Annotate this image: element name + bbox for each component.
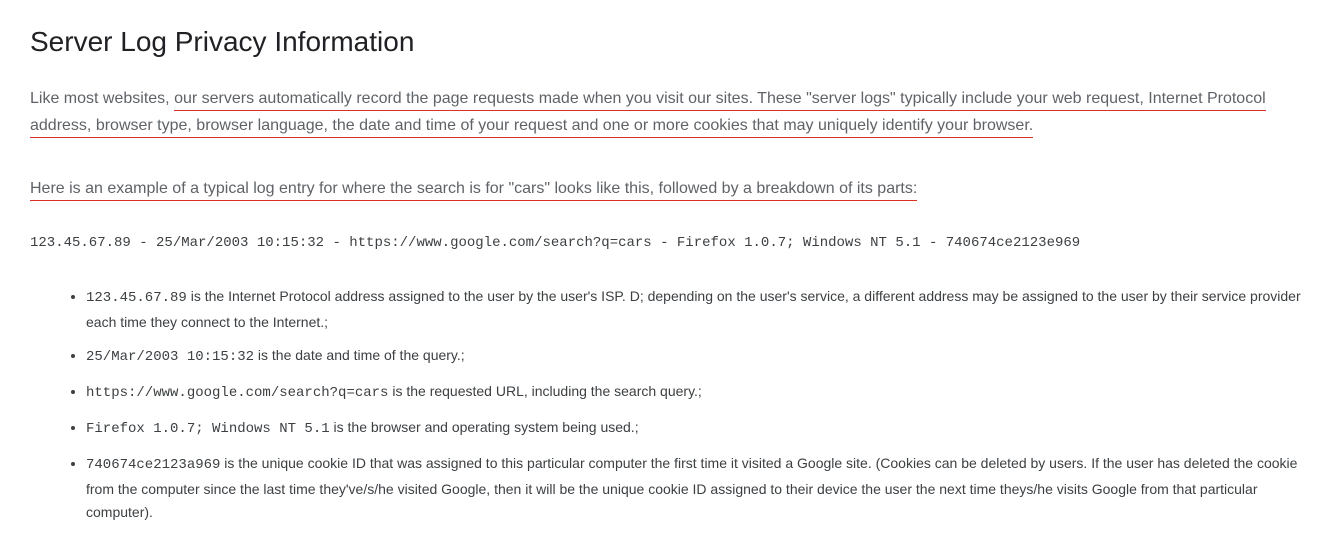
list-item: 25/Mar/2003 10:15:32 is the date and tim… xyxy=(86,344,1307,370)
list-item-code: 25/Mar/2003 10:15:32 xyxy=(86,349,254,365)
list-item-code: 123.45.67.89 xyxy=(86,290,187,306)
list-item-desc: is the unique cookie ID that was assigne… xyxy=(86,455,1297,521)
example-intro-text: Here is an example of a typical log entr… xyxy=(30,180,917,201)
list-item-desc: is the date and time of the query.; xyxy=(254,347,465,363)
intro-prefix: Like most websites, xyxy=(30,90,174,107)
log-sample: 123.45.67.89 - 25/Mar/2003 10:15:32 - ht… xyxy=(30,232,1307,254)
list-item: 123.45.67.89 is the Internet Protocol ad… xyxy=(86,285,1307,335)
list-item: Firefox 1.0.7; Windows NT 5.1 is the bro… xyxy=(86,416,1307,442)
list-item-desc: is the requested URL, including the sear… xyxy=(388,383,701,399)
list-item-code: https://www.google.com/search?q=cars xyxy=(86,385,388,401)
list-item: https://www.google.com/search?q=cars is … xyxy=(86,380,1307,406)
breakdown-list: 123.45.67.89 is the Internet Protocol ad… xyxy=(30,285,1307,525)
list-item-code: 740674ce2123a969 xyxy=(86,457,220,473)
list-item-desc: is the browser and operating system bein… xyxy=(330,419,639,435)
intro-paragraph: Like most websites, our servers automati… xyxy=(30,85,1307,139)
list-item-desc: is the Internet Protocol address assigne… xyxy=(86,288,1301,330)
list-item: 740674ce2123a969 is the unique cookie ID… xyxy=(86,452,1307,525)
example-intro-paragraph: Here is an example of a typical log entr… xyxy=(30,175,1307,202)
intro-underlined: our servers automatically record the pag… xyxy=(30,90,1266,138)
list-item-code: Firefox 1.0.7; Windows NT 5.1 xyxy=(86,421,330,437)
page-title: Server Log Privacy Information xyxy=(30,20,1307,65)
